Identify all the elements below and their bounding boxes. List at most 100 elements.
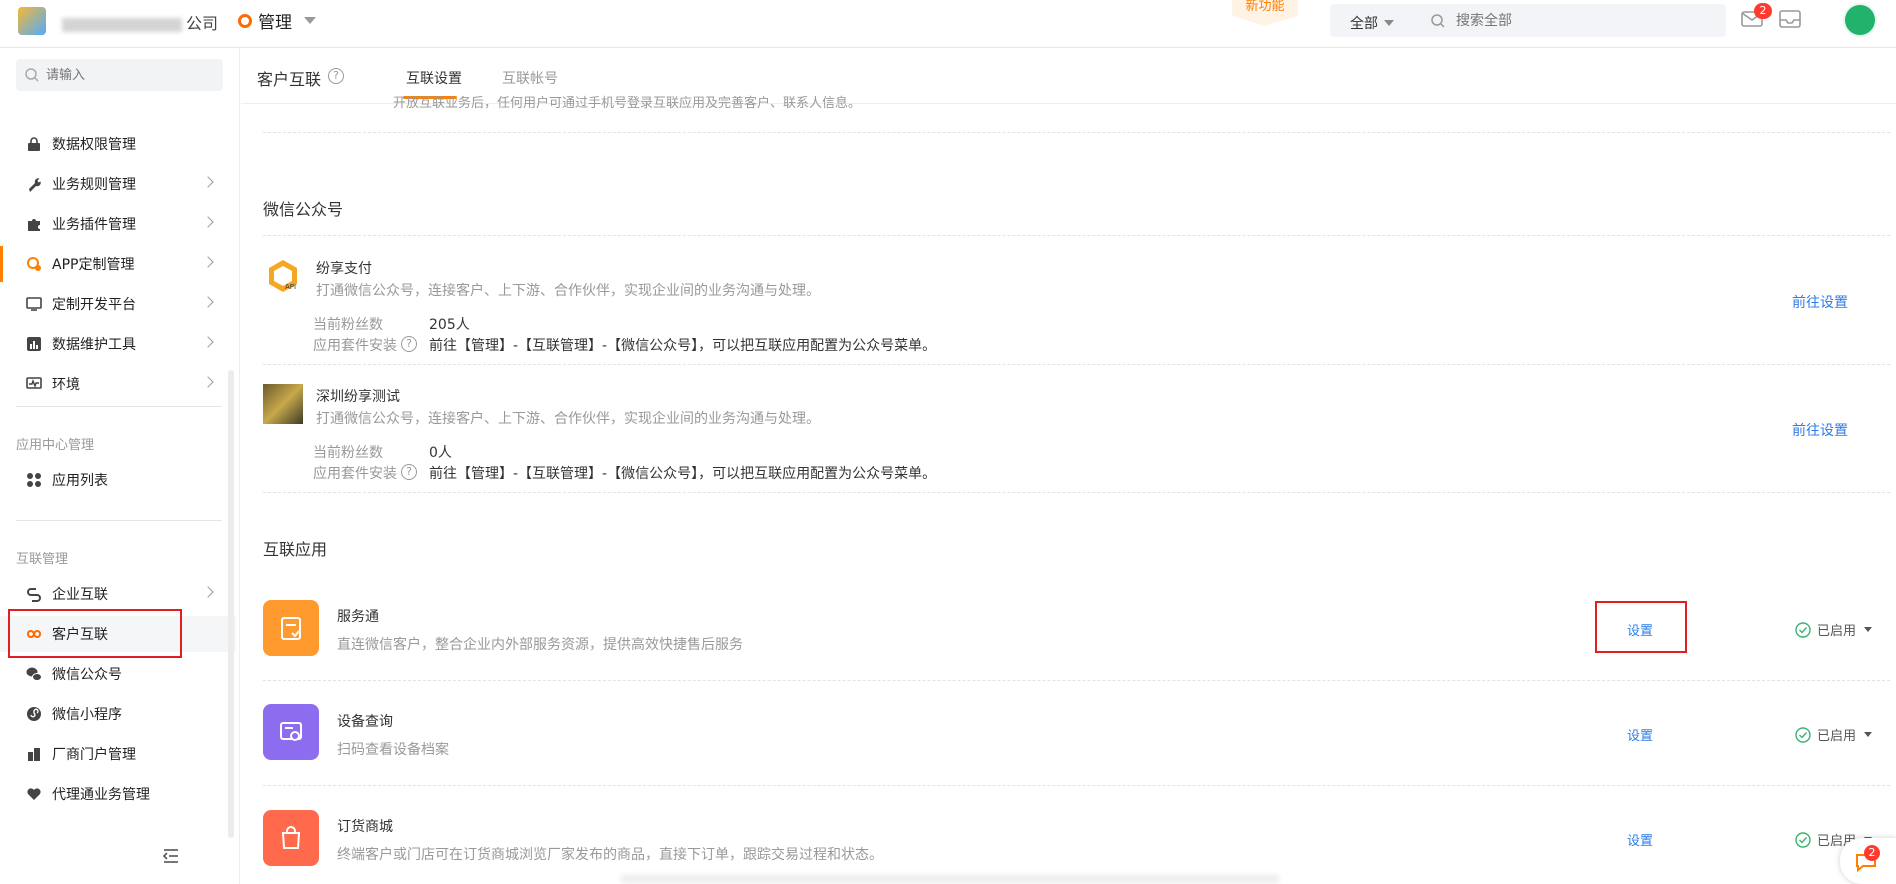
sidebar-item-dev-platform[interactable]: 定制开发平台 — [0, 286, 236, 322]
chevron-right-icon — [202, 216, 214, 228]
company-logo[interactable] — [18, 7, 46, 35]
goto-settings-link[interactable]: 前往设置 — [1792, 292, 1848, 312]
app-status-dropdown[interactable]: 已启用 — [1795, 620, 1873, 639]
app-status-dropdown[interactable]: 已启用 — [1795, 725, 1873, 744]
sidebar-item-label: APP定制管理 — [52, 257, 135, 273]
app-desc: 终端客户或门店可在订货商城浏览厂家发布的商品，直接下订单，跟踪交易过程和状态。 — [337, 847, 883, 863]
pulse-icon — [26, 377, 42, 389]
app-settings-link[interactable]: 设置 — [1627, 725, 1653, 744]
sidebar-item-business-rules[interactable]: 业务规则管理 — [0, 166, 236, 202]
sidebar-item-label: 数据维护工具 — [52, 337, 136, 353]
chevron-right-icon — [202, 256, 214, 268]
wechat-icon — [26, 667, 42, 681]
tab-interconnect-accounts[interactable]: 互联帐号 — [502, 68, 558, 88]
sidebar-item-label: 微信小程序 — [52, 707, 122, 723]
user-avatar[interactable] — [1843, 3, 1877, 37]
sidebar-item-data-maintenance[interactable]: 数据维护工具 — [0, 326, 236, 362]
suite-value: 前往【管理】-【互联管理】-【微信公众号】，可以把互联应用配置为公众号菜单。 — [429, 466, 937, 482]
sidebar-item-data-permission[interactable]: 数据权限管理 — [0, 126, 236, 162]
sidebar-item-enterprise-interconnect[interactable]: 企业互联 — [0, 576, 236, 612]
chevron-down-icon — [1384, 20, 1394, 26]
app-name: 管理 — [258, 13, 292, 33]
search-icon — [1431, 14, 1445, 28]
suite-value: 前往【管理】-【互联管理】-【微信公众号】，可以把互联应用配置为公众号菜单。 — [429, 338, 937, 354]
check-circle-icon — [1795, 831, 1811, 848]
chat-badge: 2 — [1864, 845, 1880, 861]
app-switcher[interactable]: 管理 — [238, 8, 316, 33]
sidebar-item-label: 厂商门户管理 — [52, 747, 136, 763]
sidebar-item-label: 数据权限管理 — [52, 137, 136, 153]
sidebar-item-wechat-official[interactable]: 微信公众号 — [0, 656, 236, 692]
device-search-icon — [280, 722, 302, 741]
sidebar: 数据权限管理 业务规则管理 业务插件管理 APP定制管理 定制开发平台 数据维护… — [0, 48, 240, 884]
sidebar-item-label: 微信公众号 — [52, 667, 122, 683]
heart-icon — [27, 788, 41, 800]
highlight-box — [8, 609, 182, 658]
app-name: 订货商城 — [337, 819, 393, 835]
suite-label: 应用套件安装 — [313, 466, 397, 482]
app-name: 服务通 — [337, 609, 379, 625]
sidebar-item-business-plugins[interactable]: 业务插件管理 — [0, 206, 236, 242]
help-icon[interactable]: ? — [328, 68, 344, 84]
company-name[interactable]: 公司 — [62, 10, 218, 34]
chevron-right-icon — [202, 586, 214, 598]
new-feature-badge[interactable]: 新功能 — [1232, 0, 1298, 26]
sidebar-search-input[interactable] — [44, 64, 214, 86]
redacted-name — [62, 17, 182, 32]
app-desc: 扫码查看设备档案 — [337, 742, 449, 758]
global-search-input[interactable] — [1454, 8, 1704, 33]
chevron-right-icon — [202, 176, 214, 188]
divider — [16, 520, 222, 521]
help-icon[interactable]: ? — [401, 336, 417, 352]
sidebar-item-environment[interactable]: 环境 — [0, 366, 236, 402]
partial-description: 开放互联业务后，任何用户可通过手机号登录互联应用及完善客户、联系人信息。 — [393, 96, 862, 111]
wechat-account-desc: 打通微信公众号，连接客户、上下游、合作伙伴，实现企业间的业务沟通与处理。 — [316, 283, 820, 299]
order-mall-app-icon — [263, 810, 319, 866]
sidebar-scrollbar[interactable] — [228, 370, 234, 838]
highlight-box — [1595, 601, 1687, 653]
check-circle-icon — [1795, 621, 1811, 638]
chevron-down-icon — [304, 17, 316, 24]
section-heading-wechat: 微信公众号 — [263, 200, 344, 219]
sidebar-item-app-custom[interactable]: APP定制管理 — [0, 246, 236, 282]
chevron-down-icon — [1864, 627, 1873, 632]
lock-icon — [28, 137, 40, 151]
sidebar-item-app-list[interactable]: 应用列表 — [0, 462, 236, 498]
tab-interconnect-settings[interactable]: 互联设置 — [406, 68, 462, 88]
collapse-menu-icon[interactable] — [162, 848, 180, 864]
account-thumbnail — [263, 384, 303, 424]
divider — [263, 785, 1890, 786]
app-status-label: 已启用 — [1817, 729, 1857, 744]
section-label-app-center: 应用中心管理 — [16, 438, 95, 453]
search-icon — [25, 68, 39, 82]
main-content: 开放互联业务后，任何用户可通过手机号登录互联应用及完善客户、联系人信息。 微信公… — [241, 96, 1896, 884]
inbox-icon[interactable] — [1778, 8, 1802, 30]
sidebar-item-vendor-portal[interactable]: 厂商门户管理 — [0, 736, 236, 772]
fans-label: 当前粉丝数 — [313, 317, 383, 333]
mail-badge: 2 — [1754, 3, 1772, 19]
sidebar-item-label: 业务插件管理 — [52, 217, 136, 233]
goto-settings-link[interactable]: 前往设置 — [1792, 420, 1848, 440]
fxpay-logo-icon: API — [269, 260, 297, 292]
top-bar: 公司 管理 新功能 全部 2 — [0, 0, 1896, 48]
divider — [263, 132, 1890, 133]
puzzle-icon — [28, 219, 40, 231]
chevron-down-icon — [1864, 732, 1873, 737]
app-settings-link[interactable]: 设置 — [1627, 830, 1653, 849]
help-icon[interactable]: ? — [401, 464, 417, 480]
clipboard-icon — [281, 617, 301, 640]
chevron-right-icon — [202, 336, 214, 348]
wechat-account-name: 纷享支付 — [316, 261, 372, 277]
shopping-bag-icon — [281, 826, 301, 849]
wrench-icon — [29, 178, 41, 192]
sidebar-item-wechat-miniprogram[interactable]: 微信小程序 — [0, 696, 236, 732]
company-suffix: 公司 — [186, 14, 219, 33]
search-scope-select[interactable]: 全部 — [1350, 13, 1394, 33]
section-heading-apps: 互联应用 — [263, 540, 328, 559]
sidebar-item-label: 代理通业务管理 — [52, 787, 150, 803]
app-status-label: 已启用 — [1817, 624, 1857, 639]
link-icon — [27, 588, 41, 602]
grid-icon — [27, 473, 41, 487]
sidebar-item-agent-business[interactable]: 代理通业务管理 — [0, 776, 236, 812]
wechat-account-desc: 打通微信公众号，连接客户、上下游、合作伙伴，实现企业间的业务沟通与处理。 — [316, 411, 820, 427]
